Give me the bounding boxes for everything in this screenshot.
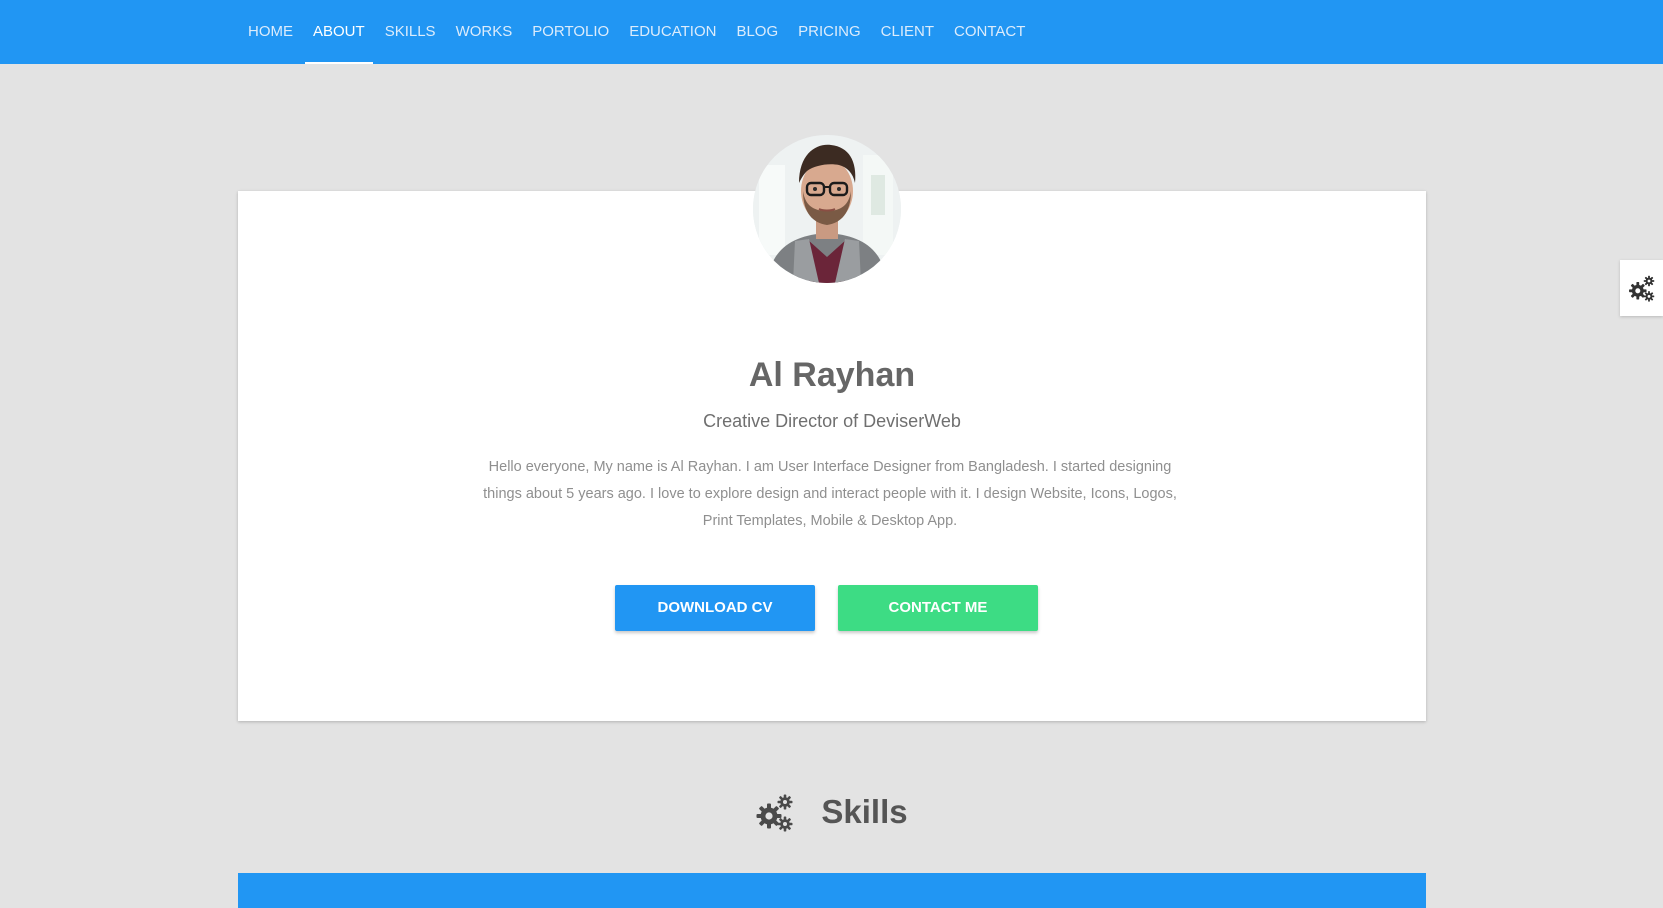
profile-name: Al Rayhan: [748, 356, 916, 394]
nav-item-client[interactable]: CLIENT: [871, 0, 944, 64]
nav-menu: HOME ABOUT SKILLS WORKS PORTOLIO EDUCATI…: [238, 0, 1035, 64]
nav-item-about[interactable]: ABOUT: [303, 0, 375, 64]
nav-item-blog[interactable]: BLOG: [726, 0, 788, 64]
profile-bio: Hello everyone, My name is Al Rayhan. I …: [483, 459, 1177, 529]
download-cv-button[interactable]: DOWNLOAD CV: [615, 585, 815, 631]
settings-toggle-button[interactable]: [1620, 260, 1663, 316]
profile-role: Creative Director of DeviserWeb: [703, 411, 961, 431]
top-navbar: HOME ABOUT SKILLS WORKS PORTOLIO EDUCATI…: [0, 0, 1663, 64]
nav-item-education[interactable]: EDUCATION: [619, 0, 726, 64]
avatar-photo: [753, 135, 901, 283]
skills-panel: [238, 873, 1426, 908]
contact-me-button[interactable]: CONTACT ME: [838, 585, 1038, 631]
nav-item-portfolio[interactable]: PORTOLIO: [522, 0, 619, 64]
nav-item-home[interactable]: HOME: [238, 0, 303, 64]
nav-item-pricing[interactable]: PRICING: [788, 0, 871, 64]
skills-section-heading: Skills: [0, 787, 1663, 837]
gears-icon: [1628, 275, 1654, 302]
gears-icon: [756, 794, 793, 832]
profile-avatar: [753, 135, 901, 283]
nav-item-skills[interactable]: SKILLS: [375, 0, 446, 64]
nav-item-contact[interactable]: CONTACT: [944, 0, 1035, 64]
skills-title: Skills: [821, 793, 908, 830]
nav-item-works[interactable]: WORKS: [446, 0, 523, 64]
